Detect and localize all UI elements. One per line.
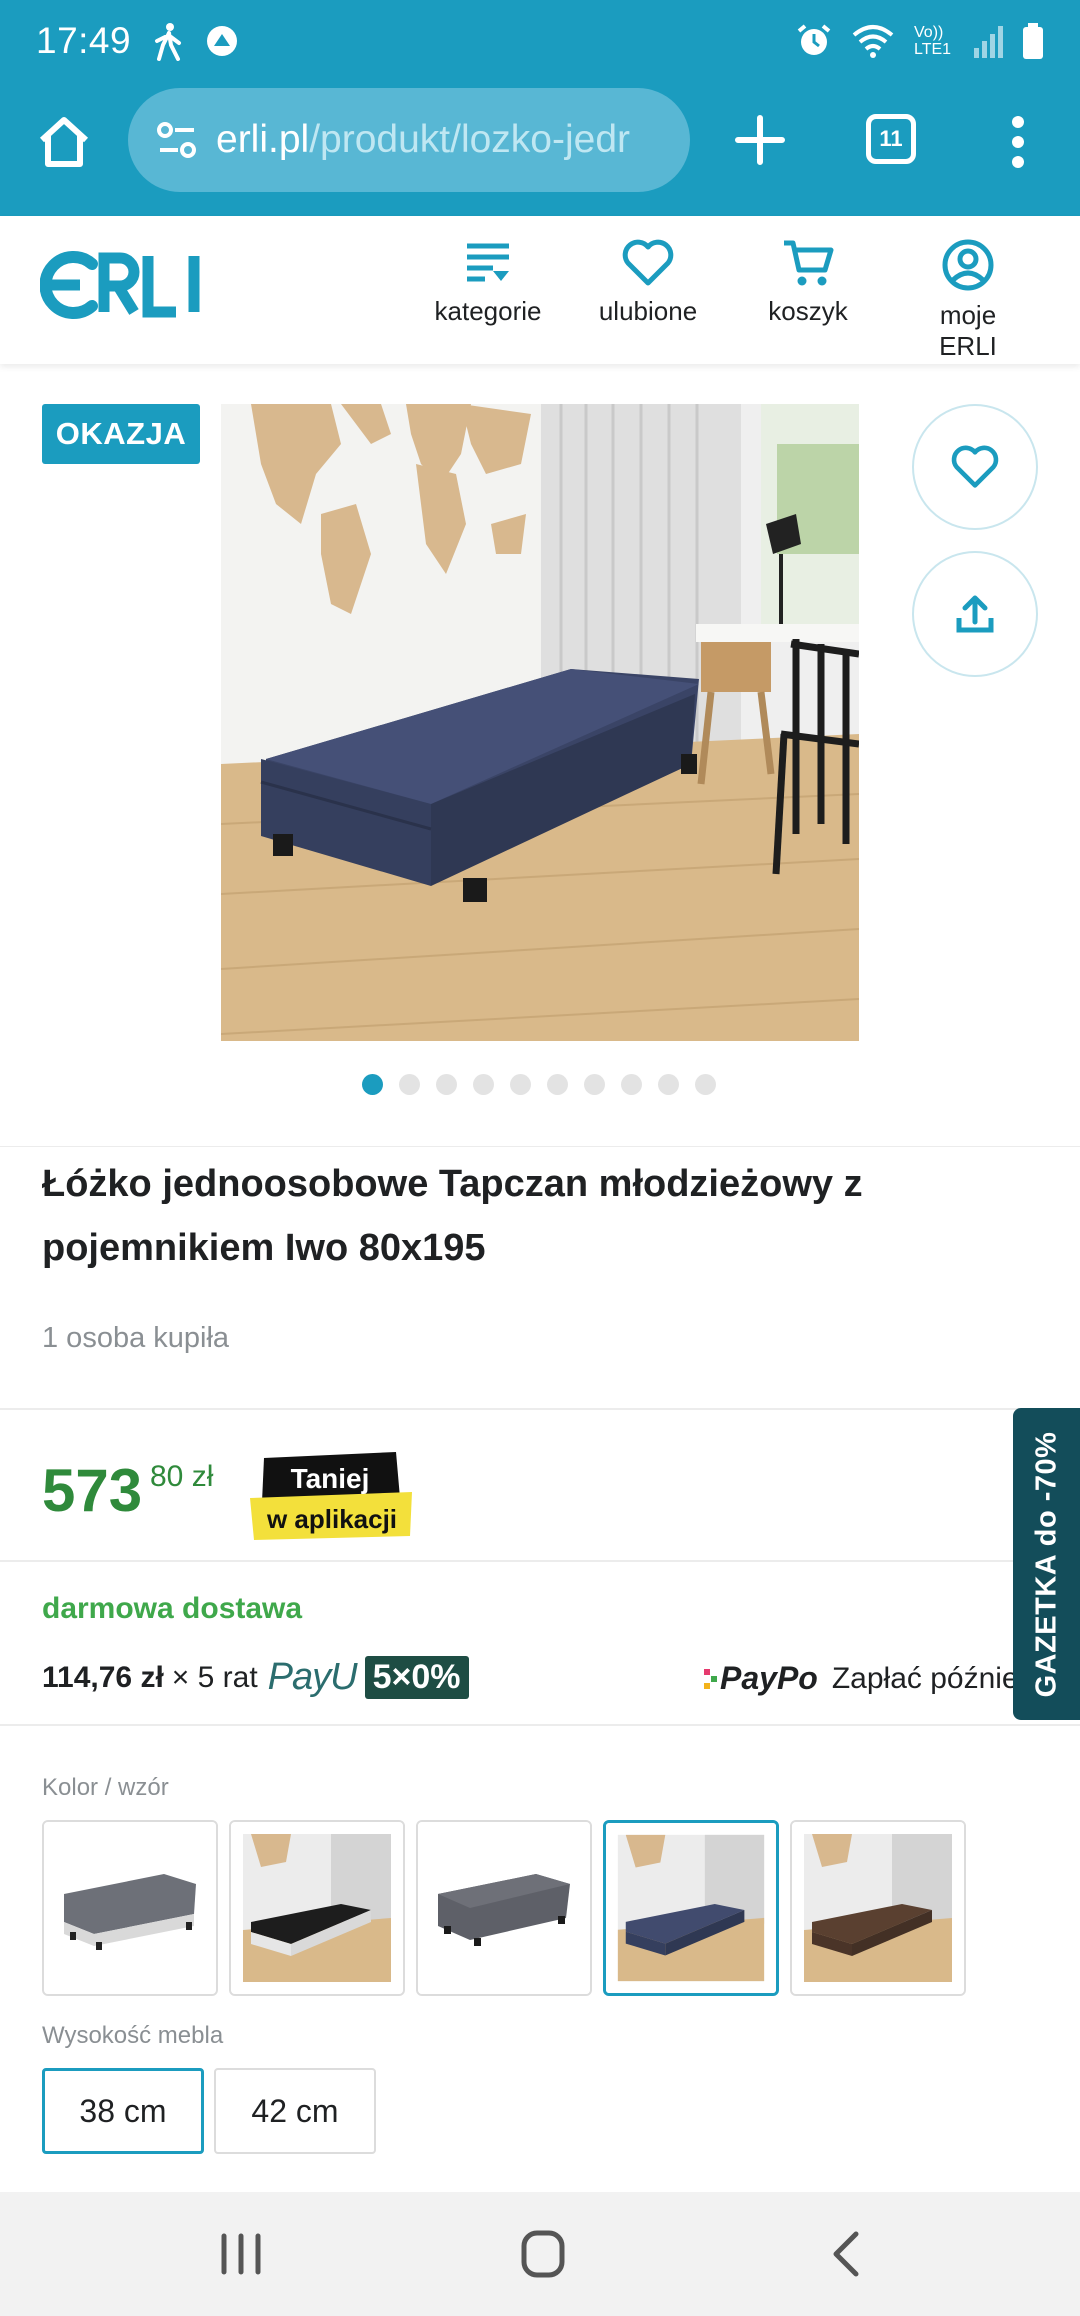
status-bar: 17:49 Vo)) LTE1 (0, 0, 1080, 82)
add-to-favorites-button[interactable] (912, 404, 1038, 530)
deal-badge: OKAZJA (42, 404, 200, 464)
swatch-image (792, 1822, 964, 1994)
paypo-text: Zapłać później (831, 1661, 1026, 1695)
new-tab-icon[interactable] (730, 110, 790, 170)
user-icon (942, 239, 994, 291)
paypo-dots-icon (704, 1668, 717, 1689)
divider (0, 1146, 1080, 1147)
swatch-image (606, 1823, 776, 1993)
url-host: erli.pl (216, 118, 310, 161)
walking-icon (155, 23, 182, 61)
color-swatch[interactable] (790, 1820, 966, 1996)
home-nav-icon[interactable] (508, 2226, 578, 2282)
price: 573 80 zł (42, 1456, 213, 1525)
installment-count: × 5 rat (171, 1660, 258, 1694)
cart-icon (784, 240, 834, 286)
gallery-dot[interactable] (362, 1074, 383, 1095)
app-discount-badge[interactable]: Taniej w aplikacji (244, 1452, 414, 1542)
gallery-dot[interactable] (510, 1074, 531, 1095)
system-navigation-bar (0, 2192, 1080, 2316)
payu-logo: PayU (267, 1656, 358, 1698)
gallery-dot[interactable] (547, 1074, 568, 1095)
divider (0, 1724, 1080, 1726)
app-badge-line1: Taniej (291, 1463, 370, 1494)
promo-side-tab-label: GAZETKA do -70% (1030, 1431, 1063, 1697)
height-option[interactable]: 42 cm (214, 2068, 376, 2154)
nav-cart-label: koszyk (768, 296, 848, 326)
alarm-icon (797, 24, 831, 55)
paypo-pay-later[interactable]: PayPo Zapłać później (704, 1660, 1025, 1697)
height-option-selected[interactable]: 38 cm (42, 2068, 204, 2154)
site-settings-icon[interactable] (156, 119, 198, 161)
nav-account-label: moje ERLI (939, 300, 997, 361)
gallery-pagination (362, 1074, 716, 1095)
product-photo (221, 404, 859, 1041)
heart-icon (622, 239, 674, 286)
free-delivery: darmowa dostawa (42, 1592, 303, 1625)
app-badge-line2: w aplikacji (266, 1504, 397, 1534)
nav-favorites-label: ulubione (598, 296, 698, 326)
nav-favorites[interactable]: ulubione (596, 238, 700, 327)
browser-toolbar: erli.pl/produkt/lozko-jedr 11 (0, 82, 1080, 216)
swatch-image (231, 1822, 403, 1994)
wifi-icon (852, 25, 894, 58)
home-icon[interactable] (34, 112, 94, 172)
price-fraction: 80 zł (150, 1460, 214, 1493)
divider (0, 1560, 1080, 1562)
color-swatch[interactable] (42, 1820, 218, 1996)
categories-icon (467, 243, 509, 282)
nav-categories-label: kategorie (434, 296, 542, 326)
status-time: 17:49 (36, 20, 132, 61)
product-image[interactable] (221, 404, 859, 1041)
url-text: erli.pl/produkt/lozko-jedr (216, 118, 630, 162)
nav-account[interactable]: moje ERLI (908, 238, 1028, 362)
zero-percent-badge: 5×0% (364, 1656, 469, 1699)
paypo-logo: PayPo (720, 1660, 818, 1696)
gallery-dot[interactable] (473, 1074, 494, 1095)
height-section-label: Wysokość mebla (42, 2022, 224, 2049)
share-icon (956, 595, 994, 633)
color-section-label: Kolor / wzór (42, 1774, 169, 1801)
purchase-count: 1 osoba kupiła (42, 1322, 230, 1354)
gallery-dot[interactable] (584, 1074, 605, 1095)
signal-icon (974, 26, 1003, 58)
color-swatch[interactable] (229, 1820, 405, 1996)
site-header: kategorie ulubione koszyk moje ERLI (0, 216, 1080, 364)
swatch-image (418, 1822, 590, 1994)
color-swatch-selected[interactable] (603, 1820, 779, 1996)
erli-logo[interactable] (40, 250, 210, 320)
battery-icon (1023, 23, 1043, 59)
heart-icon (951, 445, 999, 488)
swatch-image (44, 1822, 216, 1994)
more-menu-icon[interactable] (1000, 112, 1036, 172)
data-saver-icon (207, 26, 238, 56)
product-title: Łóżko jednoosobowe Tapczan młodzieżowy z… (42, 1163, 863, 1269)
back-icon[interactable] (812, 2226, 882, 2282)
promo-side-tab[interactable]: GAZETKA do -70% (1013, 1408, 1080, 1720)
gallery-dot[interactable] (399, 1074, 420, 1095)
installment-amount: 114,76 zł (42, 1660, 164, 1694)
nav-cart[interactable]: koszyk (766, 238, 850, 327)
url-path: /produkt/lozko-jedr (309, 118, 631, 161)
network-label: Vo)) LTE1 (914, 24, 952, 58)
gallery-dot[interactable] (658, 1074, 679, 1095)
nav-categories[interactable]: kategorie (428, 238, 548, 327)
address-bar[interactable]: erli.pl/produkt/lozko-jedr (128, 88, 690, 192)
share-button[interactable] (912, 551, 1038, 677)
color-swatch[interactable] (416, 1820, 592, 1996)
gallery-dot[interactable] (436, 1074, 457, 1095)
price-main: 573 (42, 1457, 143, 1524)
divider (0, 1408, 1080, 1410)
gallery-dot[interactable] (695, 1074, 716, 1095)
tab-switcher-button[interactable]: 11 (866, 114, 916, 164)
payu-installments[interactable]: 114,76 zł × 5 rat PayU 5×0% (42, 1656, 469, 1699)
gallery-dot[interactable] (621, 1074, 642, 1095)
recent-apps-icon[interactable] (206, 2226, 276, 2282)
